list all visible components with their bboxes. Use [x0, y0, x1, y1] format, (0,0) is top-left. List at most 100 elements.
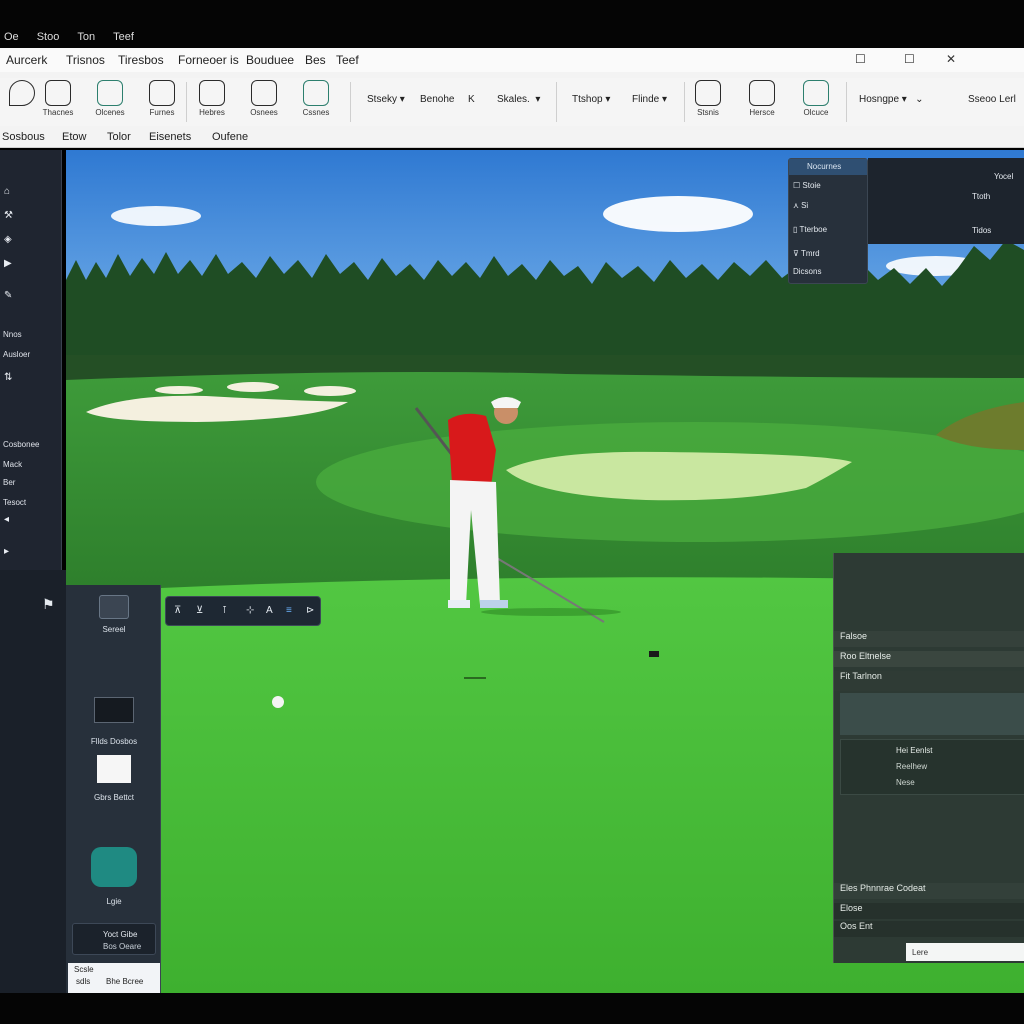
tab-bes[interactable]: Bes — [305, 53, 326, 67]
ribbon-tool-osnees[interactable]: Osnees — [242, 80, 286, 117]
sort-icon[interactable]: ⇅ — [4, 372, 12, 383]
left-strip-label[interactable]: Mack — [3, 460, 22, 469]
popup-item-label: Tmrd — [800, 249, 820, 258]
tab-tiresbos[interactable]: Tiresbos — [118, 53, 164, 67]
popup-ext-label[interactable]: Yocel — [994, 172, 1013, 181]
ribbon-tool-olcuce[interactable]: Olcuce — [794, 80, 838, 117]
dropdown-flinde[interactable]: Flinde ▾ — [632, 94, 667, 105]
layers-popup: Nocurnes ☐ Stoie ⋏ Si ▯ Tterboe ⊽ Tmrd D… — [788, 158, 868, 284]
right-arrow-icon[interactable]: ▸ — [4, 546, 9, 557]
tab-bouduee[interactable]: Bouduee — [246, 53, 294, 67]
left-strip-label[interactable]: Ber — [3, 478, 15, 487]
popup-item-label: Stoie — [802, 181, 821, 190]
subtab-etow[interactable]: Etow — [62, 131, 86, 143]
inspector-row[interactable]: Fit Tarlnon — [834, 671, 1024, 691]
dropdown-benohe[interactable]: Benohe — [420, 94, 454, 105]
popup-item[interactable]: Dicsons — [793, 267, 821, 276]
ribbon-tool-hersce[interactable]: Hersce — [740, 80, 784, 117]
system-menu-item[interactable]: Teef — [113, 31, 134, 43]
ribbon-tool-stsnis[interactable]: Stsnis — [686, 80, 730, 117]
scale-label: Scsle — [74, 965, 94, 974]
left-strip-label[interactable]: Cosbonee — [3, 440, 39, 449]
asset-card-camera[interactable]: Sereel — [72, 595, 156, 634]
scale-box[interactable]: Scsle Bhe Bcree sdls — [68, 963, 160, 993]
inspector-row[interactable]: Elose — [834, 903, 1024, 919]
dropdown-label: Flinde — [632, 94, 660, 105]
hammer-icon[interactable]: ⚒ — [4, 210, 13, 221]
popup-ext-label[interactable]: Tidos — [972, 226, 991, 235]
inspector-input[interactable]: Lere — [906, 943, 1024, 961]
ribbon-tool-olcenes[interactable]: Olcenes — [88, 80, 132, 117]
inspector-row[interactable]: Roo Eltnelse — [834, 651, 1024, 667]
ribbon-tool-furnes[interactable]: Furnes — [140, 80, 184, 117]
left-strip-label[interactable]: Nnos — [3, 330, 22, 339]
view-tool-icon[interactable]: ≡ — [286, 605, 292, 616]
view-tool-icon[interactable]: ⊹ — [246, 605, 254, 616]
asset-card-image[interactable]: Gbrs Bettct — [72, 755, 156, 802]
flag-icon[interactable]: ⚑ — [42, 596, 55, 613]
maximize-button[interactable]: ☐ — [904, 52, 915, 66]
dropdown-skales[interactable]: Skales. ▾ — [497, 94, 540, 105]
system-menu-item[interactable]: Ton — [77, 31, 95, 43]
subtab-sosbous[interactable]: Sosbous — [2, 131, 45, 143]
left-strip-label[interactable]: Tesoct — [3, 498, 26, 507]
left-strip-label[interactable]: Ausloer — [3, 350, 30, 359]
subtab-oufene[interactable]: Oufene — [212, 131, 248, 143]
tool-label: Olcenes — [95, 108, 125, 117]
popup-header[interactable]: Nocurnes — [789, 159, 867, 175]
home-icon[interactable]: ⌂ — [4, 186, 10, 197]
tab-aurcerk[interactable]: Aurcerk — [6, 53, 47, 67]
ribbon-separator — [350, 82, 351, 122]
asset-card-app[interactable]: Lgie — [72, 847, 156, 906]
popup-item[interactable]: ⋏ Si — [793, 201, 808, 210]
tab-teef[interactable]: Teef — [336, 53, 359, 67]
popup-item-label: Tterboe — [799, 225, 828, 234]
pen-icon[interactable]: ✎ — [4, 290, 12, 301]
view-tool-icon[interactable]: ⊼ — [174, 605, 181, 616]
dropdown-k[interactable]: K — [468, 94, 475, 105]
oce-sub: Bos Oeare — [103, 942, 142, 951]
view-tool-icon[interactable]: ⊻ — [196, 605, 203, 616]
view-tool-icon[interactable]: ⊳ — [306, 605, 314, 616]
oce-button[interactable]: Yoct Gibe Bos Oeare — [72, 923, 156, 955]
asset-label: Lgie — [106, 897, 122, 906]
subtab-tolor[interactable]: Tolor — [107, 131, 131, 143]
system-menu-item[interactable]: Oe — [4, 31, 19, 43]
system-menu-item[interactable]: Stoo — [37, 31, 60, 43]
inspector-row[interactable]: Oos Ent — [834, 921, 1024, 937]
close-button[interactable]: ✕ — [946, 52, 956, 66]
ribbon-tool-hebres[interactable]: Hebres — [190, 80, 234, 117]
left-tool-strip: ⌂ ⚒ ◈ ▶ ✎ Nnos Ausloer ⇅ Cosbonee Mack B… — [0, 150, 62, 570]
popup-extension: Yocel Ttoth Tidos — [868, 158, 1024, 244]
popup-item[interactable]: ☐ Stoie — [793, 181, 821, 190]
popup-item[interactable]: ▯ Tterboe — [793, 225, 827, 234]
tool-label: Thacnes — [42, 108, 74, 117]
dropdown-hosngpe[interactable]: Hosngpe ▾ ⌄ — [859, 94, 924, 105]
dropdown-stseky[interactable]: Stseky ▾ — [367, 94, 405, 105]
view-tool-text[interactable]: A — [266, 605, 273, 616]
popup-ext-label[interactable]: Ttoth — [972, 192, 990, 201]
ribbon-tool-thacnes[interactable]: Thacnes — [36, 80, 80, 117]
tab-forneoer[interactable]: Forneoer is — [178, 53, 239, 67]
subtab-eisenets[interactable]: Eisenets — [149, 131, 191, 143]
left-dock: ⚑ — [0, 570, 66, 993]
tool-label: Stsnis — [697, 108, 719, 117]
dropdown-label: Ttshop — [572, 94, 603, 105]
asset-card-video[interactable]: Fllds Dosbos — [72, 697, 156, 746]
inspector-row[interactable]: Falsoe — [834, 631, 1024, 647]
dropdown-ttshop[interactable]: Ttshop ▾ — [572, 94, 610, 105]
view-tool-icon[interactable]: ⊺ — [222, 605, 227, 616]
ribbon-tool-cssnes[interactable]: Cssnes — [294, 80, 338, 117]
minimize-button[interactable]: ☐ — [855, 52, 866, 66]
dropdown-label: Stseky — [367, 94, 398, 105]
player-info[interactable]: Hei Eenlst Reelhew Nese — [840, 739, 1024, 795]
camera-icon — [99, 595, 129, 619]
left-arrow-icon[interactable]: ◂ — [4, 514, 9, 525]
inspector-row[interactable]: Eles Phnnrae Codeat — [834, 883, 1024, 899]
play-icon[interactable]: ▶ — [4, 258, 12, 269]
popup-item[interactable]: ⊽ Tmrd — [793, 249, 820, 258]
image-icon — [97, 755, 131, 783]
diamond-icon[interactable]: ◈ — [4, 234, 12, 245]
tab-trisnos[interactable]: Trisnos — [66, 53, 105, 67]
ribbon-separator — [684, 82, 685, 122]
